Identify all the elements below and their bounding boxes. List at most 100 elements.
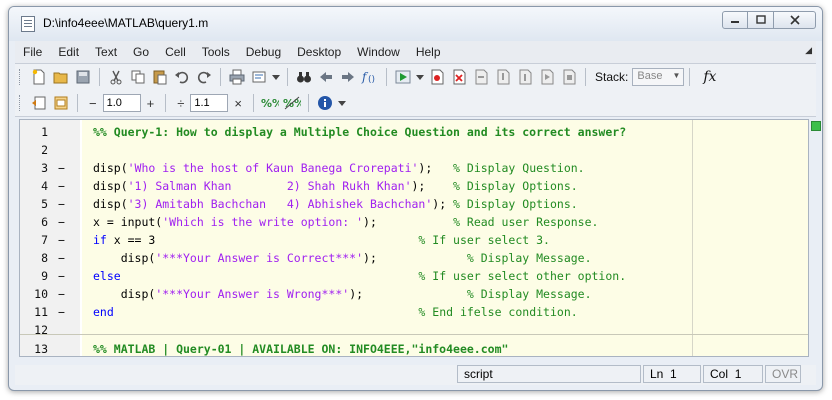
function-button[interactable]: f() <box>361 68 379 86</box>
menu-edit[interactable]: Edit <box>50 45 87 59</box>
save-button[interactable] <box>74 68 92 86</box>
code-line[interactable]: 12 <box>20 321 808 339</box>
toolbar-grip[interactable] <box>19 95 23 111</box>
forward-button[interactable] <box>339 68 357 86</box>
menu-window[interactable]: Window <box>349 45 408 59</box>
step-out-button[interactable] <box>516 68 534 86</box>
code-line[interactable]: 5− disp('3) Amitabh Bachchan 4) Abhishek … <box>20 195 808 213</box>
decrement-button[interactable]: − <box>89 96 97 111</box>
decrement-value-input[interactable] <box>102 94 141 112</box>
step-button[interactable] <box>472 68 490 86</box>
code-line[interactable]: 2 <box>20 141 808 159</box>
new-file-icon <box>32 69 45 85</box>
code-line[interactable]: 7− if x == 3 % If user select 3. <box>20 231 808 249</box>
code-line[interactable]: 8− disp('***Your Answer is Correct***');… <box>20 249 808 267</box>
breakpoint-marker[interactable]: − <box>58 177 65 195</box>
fx-button[interactable]: fx <box>703 69 716 85</box>
menu-tools[interactable]: Tools <box>194 45 238 59</box>
clear-breakpoints-button[interactable] <box>450 68 468 86</box>
menu-help[interactable]: Help <box>408 45 449 59</box>
dock-arrow-icon[interactable]: ◢ <box>805 45 812 56</box>
document-icon <box>21 16 35 32</box>
menu-go[interactable]: Go <box>125 45 157 59</box>
back-button[interactable] <box>317 68 335 86</box>
publish-dropdown[interactable] <box>272 68 280 86</box>
code-line[interactable]: 6− x = input('Which is the write option: … <box>20 213 808 231</box>
code-line[interactable]: 3− disp('Who is the host of Kaun Banega C… <box>20 159 808 177</box>
code-token: disp( <box>93 197 128 211</box>
eval-cell-button[interactable] <box>52 94 70 112</box>
code-token: % End ifelse condition. <box>418 305 578 319</box>
eval-cell-icon <box>54 96 68 110</box>
code-text: disp('3) Amitabh Bachchan 4) Abhishek Ba… <box>93 195 578 213</box>
toolbar-separator <box>252 94 254 112</box>
exit-debug-button[interactable] <box>560 68 578 86</box>
menu-debug[interactable]: Debug <box>238 45 289 59</box>
cut-button[interactable] <box>107 68 125 86</box>
line-number: 5 <box>41 197 48 211</box>
scale-value-input[interactable] <box>190 94 229 112</box>
code-token: ); <box>349 287 467 301</box>
continue-button[interactable] <box>538 68 556 86</box>
insert-cell-button[interactable] <box>30 94 48 112</box>
increment-button[interactable]: + <box>147 96 155 111</box>
print-button[interactable] <box>228 68 246 86</box>
minimize-button[interactable] <box>722 11 748 29</box>
redo-button[interactable] <box>195 68 213 86</box>
find-button[interactable] <box>295 68 313 86</box>
code-token: 'Who is the host of Kaun Banega Crorepat… <box>127 161 419 175</box>
breakpoint-marker[interactable]: − <box>58 249 65 267</box>
breakpoint-marker[interactable]: − <box>58 195 65 213</box>
undo-button[interactable] <box>173 68 191 86</box>
code-line[interactable]: 10− disp('***Your Answer is Wrong***'); … <box>20 285 808 303</box>
divide-button[interactable]: ÷ <box>177 96 184 111</box>
continue-icon <box>541 69 554 85</box>
breakpoint-marker[interactable]: − <box>58 159 65 177</box>
code-line[interactable]: 4− disp('1) Salman Khan 2) Shah Rukh Khan… <box>20 177 808 195</box>
info-button[interactable] <box>316 94 334 112</box>
publish-button[interactable] <box>250 68 268 86</box>
insert-cell-icon <box>32 96 46 110</box>
breakpoint-marker[interactable]: − <box>58 285 65 303</box>
code-token: '3) Amitabh Bachchan 4) Abhishek Bachcha… <box>127 197 433 211</box>
step-in-button[interactable] <box>494 68 512 86</box>
breakpoint-marker[interactable]: − <box>58 213 65 231</box>
code-text: %% MATLAB | Query-01 | AVAILABLE ON: INF… <box>93 340 508 356</box>
menu-file[interactable]: File <box>15 45 50 59</box>
menu-text[interactable]: Text <box>87 45 125 59</box>
maximize-button[interactable] <box>748 11 774 29</box>
paste-button[interactable] <box>151 68 169 86</box>
close-icon <box>789 15 800 25</box>
code-token: % Display Message. <box>466 287 592 301</box>
set-breakpoint-button[interactable] <box>428 68 446 86</box>
run-button[interactable] <box>394 68 412 86</box>
code-editor[interactable]: 1 %% Query-1: How to display a Multiple C… <box>19 119 809 357</box>
breakpoint-marker[interactable]: − <box>58 303 65 321</box>
run-dropdown[interactable] <box>416 68 424 86</box>
breakpoint-marker[interactable]: − <box>58 267 65 285</box>
uncomment-button[interactable]: %% <box>283 94 301 112</box>
breakpoint-marker[interactable]: − <box>58 231 65 249</box>
toolbar-grip[interactable] <box>19 69 23 85</box>
new-file-button[interactable] <box>30 68 48 86</box>
code-line[interactable]: 13 %% MATLAB | Query-01 | AVAILABLE ON: I… <box>20 340 808 356</box>
code-line[interactable]: 9− else % If user select other option. <box>20 267 808 285</box>
code-line[interactable]: 1 %% Query-1: How to display a Multiple C… <box>20 123 808 141</box>
code-token: x = input( <box>93 215 163 229</box>
title-bar: D:\info4eee\MATLAB\query1.m <box>9 7 822 41</box>
close-button[interactable] <box>774 11 816 29</box>
code-text: disp('***Your Answer is Correct***'); % … <box>93 249 592 267</box>
copy-button[interactable] <box>129 68 147 86</box>
line-number: 10 <box>34 287 48 301</box>
code-analyzer-status-icon[interactable] <box>811 121 821 131</box>
stack-select[interactable]: Base ▼ <box>632 68 685 86</box>
line-number: 4 <box>41 179 48 193</box>
menu-cell[interactable]: Cell <box>157 45 194 59</box>
code-line[interactable]: 11− end % End ifelse condition. <box>20 303 808 321</box>
info-dropdown[interactable] <box>337 94 346 112</box>
cell-toolbar: − + ÷ × %% %% <box>15 90 816 117</box>
comment-button[interactable]: %% <box>261 94 279 112</box>
menu-desktop[interactable]: Desktop <box>289 45 349 59</box>
open-file-button[interactable] <box>52 68 70 86</box>
multiply-button[interactable]: × <box>234 96 242 111</box>
